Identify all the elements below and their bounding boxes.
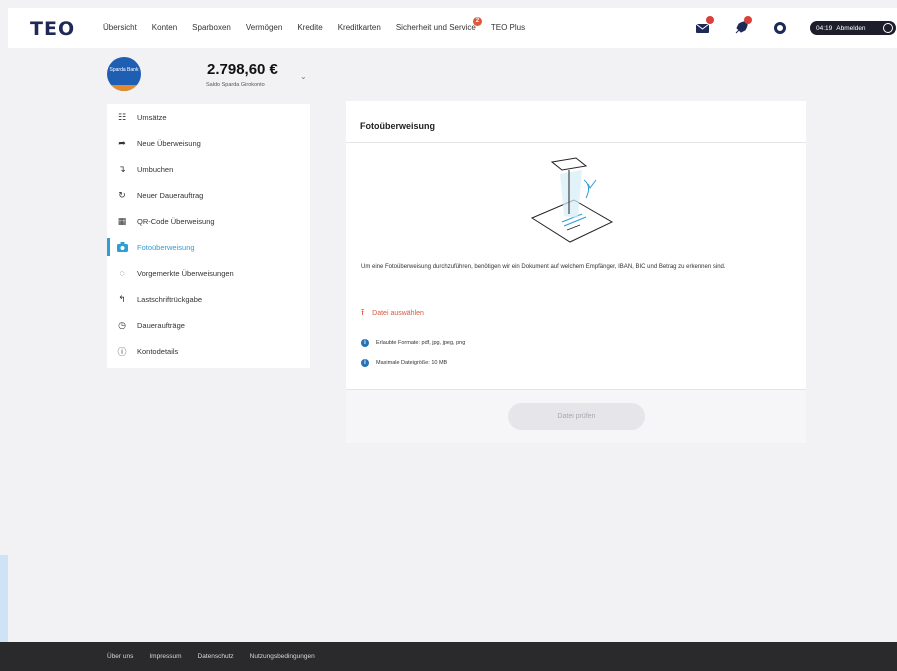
chevron-down-icon[interactable]: ⌄ <box>300 72 307 81</box>
sidebar-item-label: Lastschriftrückgabe <box>137 294 203 304</box>
sidebar-item-lastschriftrueckgabe[interactable]: ↰ Lastschriftrückgabe <box>107 286 310 312</box>
info-icon: i <box>361 339 369 347</box>
top-header: TEO Übersicht Konten Sparboxen Vermögen … <box>8 8 897 48</box>
max-filesize-text: Maximale Dateigröße: 10 MB <box>376 360 448 366</box>
page-title: Fotoüberweisung <box>360 121 435 131</box>
sidebar-item-kontodetails[interactable]: ⓘ Kontodetails <box>107 338 310 364</box>
main-nav: Übersicht Konten Sparboxen Vermögen Kred… <box>103 17 540 36</box>
max-filesize-info: i Maximale Dateigröße: 10 MB <box>361 359 447 367</box>
bank-logo-text: Sparda Bank <box>109 67 139 73</box>
rocket-icon[interactable] <box>732 16 752 37</box>
sidebar-item-umsaetze[interactable]: ☷ Umsätze <box>107 104 310 130</box>
allowed-formats-info: i Erlaubte Formate: pdf, jpg, jpeg, png <box>361 339 465 347</box>
photo-scan-illustration <box>530 157 614 243</box>
sidebar-item-label: Daueraufträge <box>137 320 185 330</box>
sidebar-item-neue-ueberweisung[interactable]: ➦ Neue Überweisung <box>107 130 310 156</box>
nav-label: Konten <box>151 23 178 32</box>
bank-logo-stripe <box>107 85 141 91</box>
bank-logo: Sparda Bank <box>107 57 141 91</box>
camera-icon <box>116 241 128 253</box>
footer-links: Über uns Impressum Datenschutz Nutzungsb… <box>107 653 331 660</box>
nav-item-sparboxen[interactable]: Sparboxen <box>192 22 231 36</box>
sidebar-item-vorgemerkte-ueberweisungen[interactable]: ◌ Vorgemerkte Überweisungen <box>107 260 310 286</box>
nav-item-teo-plus[interactable]: TEO Plus <box>491 22 525 36</box>
sidebar-item-neuer-dauerauftrag[interactable]: ↻ Neuer Dauerauftrag <box>107 182 310 208</box>
pending-icon: ◌ <box>119 268 125 278</box>
logout-button[interactable]: 04:19 Abmelden <box>810 21 896 35</box>
sidebar-item-dauerauftraege[interactable]: ◷ Daueraufträge <box>107 312 310 338</box>
sidebar-item-label: QR-Code Überweisung <box>137 216 215 226</box>
session-timer: 04:19 <box>816 24 833 32</box>
select-file-button[interactable]: ⭱ Datei auswählen <box>361 305 424 321</box>
nav-item-sicherheit-und-service[interactable]: Sicherheit und Service 2 <box>395 17 482 36</box>
photo-transfer-card: Fotoüberweisung Um eine Fotoüberweisung … <box>346 101 806 443</box>
sidebar-item-label: Umsätze <box>137 112 167 122</box>
rocket-badge <box>744 16 752 24</box>
transfer-icon: ↴ <box>118 163 126 174</box>
account-sidebar: ☷ Umsätze ➦ Neue Überweisung ↴ Umbuchen … <box>107 104 310 368</box>
return-arrow-icon: ↰ <box>118 293 126 304</box>
account-subtitle: Saldo Sparda Girokonto <box>206 82 265 88</box>
messages-icon[interactable] <box>694 16 714 37</box>
account-balance: 2.798,60 € <box>207 61 278 78</box>
nav-notification-badge: 2 <box>472 17 482 26</box>
check-file-button[interactable]: Datei prüfen <box>508 403 645 430</box>
nav-item-konten[interactable]: Konten <box>152 22 177 36</box>
sidebar-item-umbuchen[interactable]: ↴ Umbuchen <box>107 156 310 182</box>
nav-label: Sparboxen <box>192 23 231 32</box>
gear-icon[interactable] <box>771 19 789 37</box>
sidebar-item-label: Umbuchen <box>137 164 174 174</box>
footer-link-nutzungsbedingungen[interactable]: Nutzungsbedingungen <box>250 653 315 660</box>
page-footer: Über uns Impressum Datenschutz Nutzungsb… <box>0 642 897 671</box>
allowed-formats-text: Erlaubte Formate: pdf, jpg, jpeg, png <box>376 340 466 346</box>
clock-icon: ◷ <box>118 319 126 330</box>
nav-label: Kredite <box>297 23 323 32</box>
nav-item-kreditkarten[interactable]: Kreditkarten <box>338 22 381 36</box>
teo-logo[interactable]: TEO <box>30 18 75 40</box>
sidebar-item-label: Neue Überweisung <box>137 138 201 148</box>
nav-label: Vermögen <box>245 23 283 32</box>
card-divider <box>346 142 806 143</box>
sidebar-item-fotoueberweisung[interactable]: Fotoüberweisung <box>107 234 310 260</box>
left-edge-strip <box>0 0 8 642</box>
instruction-text: Um eine Fotoüberweisung durchzuführen, b… <box>361 264 726 270</box>
nav-label: Kreditkarten <box>337 23 381 32</box>
power-icon <box>883 23 893 33</box>
recurring-icon: ↻ <box>118 189 126 200</box>
sidebar-item-label: Kontodetails <box>137 346 179 356</box>
list-icon: ☷ <box>117 111 127 122</box>
sidebar-item-label: Neuer Dauerauftrag <box>137 190 204 200</box>
sidebar-item-qr-code-ueberweisung[interactable]: ▦ QR-Code Überweisung <box>107 208 310 234</box>
nav-item-vermoegen[interactable]: Vermögen <box>246 22 282 36</box>
logout-label: Abmelden <box>836 24 866 32</box>
left-edge-highlight <box>0 555 8 642</box>
sidebar-item-label: Fotoüberweisung <box>137 242 195 252</box>
nav-label: TEO Plus <box>490 23 526 32</box>
nav-item-uebersicht[interactable]: Übersicht <box>103 22 137 36</box>
info-circle-icon: ⓘ <box>117 346 127 357</box>
qr-code-icon: ▦ <box>117 215 127 226</box>
arrow-send-icon: ➦ <box>118 137 126 148</box>
messages-badge <box>706 16 714 24</box>
info-icon: i <box>361 359 369 367</box>
nav-label: Sicherheit und Service <box>395 23 476 32</box>
footer-link-impressum[interactable]: Impressum <box>149 653 181 660</box>
nav-label: Übersicht <box>103 23 137 32</box>
nav-item-kredite[interactable]: Kredite <box>297 22 322 36</box>
upload-icon: ⭱ <box>361 307 365 317</box>
footer-link-ueber-uns[interactable]: Über uns <box>107 653 133 660</box>
footer-link-datenschutz[interactable]: Datenschutz <box>198 653 234 660</box>
sidebar-item-label: Vorgemerkte Überweisungen <box>137 268 234 278</box>
select-file-label: Datei auswählen <box>372 309 424 317</box>
